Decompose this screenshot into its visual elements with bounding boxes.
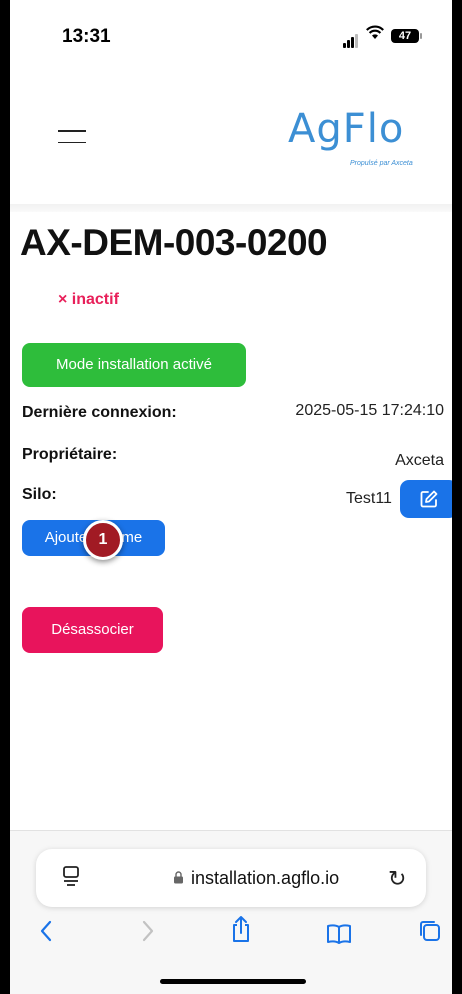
header-divider (10, 204, 452, 212)
wifi-icon (365, 24, 385, 45)
last-connection-label: Dernière connexion: (22, 404, 177, 421)
forward-icon[interactable] (140, 919, 156, 950)
status-badge: × inactif (58, 291, 119, 308)
signal-icon (343, 30, 359, 48)
clock: 13:31 (62, 26, 111, 47)
device-title: AX-DEM-003-0200 (20, 222, 328, 263)
silo-value: Test11 (346, 490, 392, 507)
step-marker: 1 (83, 520, 123, 560)
install-mode-button[interactable]: Mode installation activé (22, 343, 246, 387)
dissociate-button[interactable]: Désassocier (22, 607, 163, 653)
reload-icon[interactable]: ↻ (388, 866, 406, 892)
hamburger-menu-icon[interactable] (58, 130, 86, 150)
logo-text: AgFlo (288, 106, 405, 152)
page-menu-icon[interactable] (62, 865, 80, 892)
share-icon[interactable] (230, 915, 252, 950)
phone-screen: 13:31 47 AgFlo Propulsé par Axceta AX-DE… (10, 0, 452, 994)
home-indicator (160, 979, 306, 984)
edit-silo-button[interactable] (400, 480, 452, 518)
lock-icon (174, 871, 183, 884)
agflo-logo: AgFlo Propulsé par Axceta (288, 106, 428, 174)
owner-label: Propriétaire: (22, 446, 118, 463)
tabs-icon[interactable] (418, 919, 442, 950)
owner-value: Axceta (395, 452, 444, 469)
battery-icon: 47 (391, 29, 422, 43)
browser-toolbar: installation.agflo.io ↻ (10, 830, 452, 994)
url-text: installation.agflo.io (191, 868, 340, 888)
status-bar: 13:31 47 (10, 0, 452, 70)
back-icon[interactable] (38, 919, 54, 950)
logo-subtitle: Propulsé par Axceta (350, 160, 413, 167)
app-header: AgFlo Propulsé par Axceta (10, 70, 452, 212)
silo-label: Silo: (22, 486, 57, 503)
edit-icon (420, 490, 438, 508)
address-bar[interactable]: installation.agflo.io ↻ (36, 849, 426, 907)
last-connection-value: 2025-05-15 17:24:10 (295, 402, 444, 419)
bookmarks-icon[interactable] (326, 921, 352, 952)
